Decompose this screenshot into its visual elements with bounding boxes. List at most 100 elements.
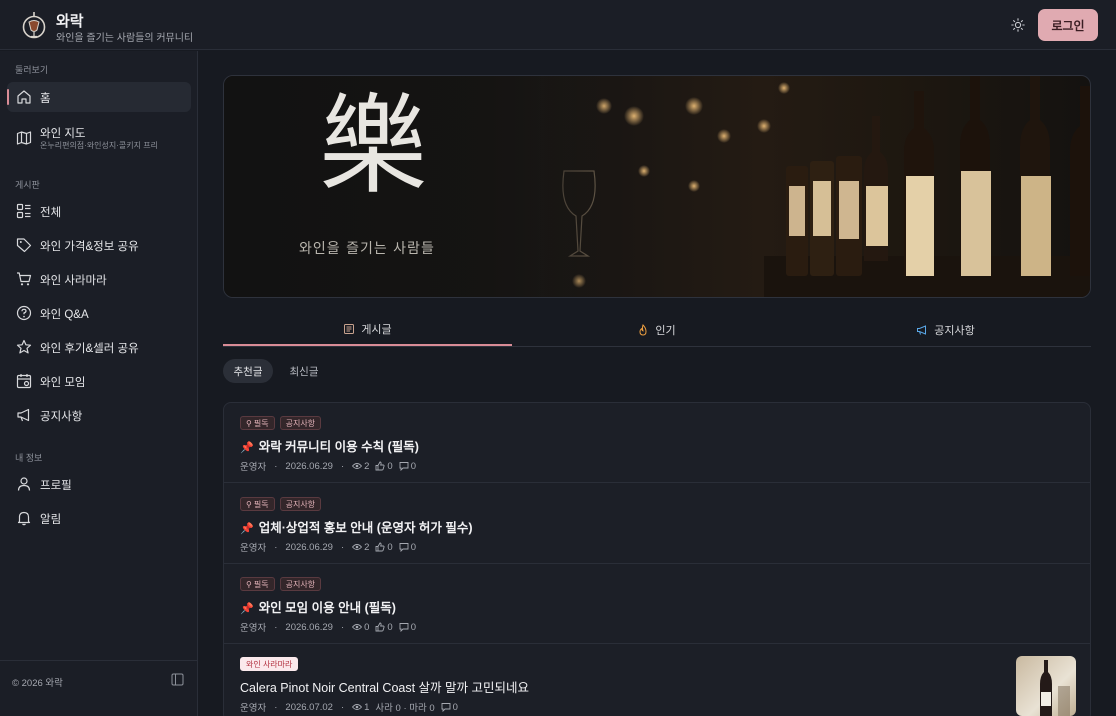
must-read-badge: ⚲ 필독: [240, 416, 275, 430]
like-count: 0: [387, 541, 393, 553]
home-icon: [17, 90, 31, 104]
post-title[interactable]: 📌 와락 커뮤니티 이용 수칙 (필독): [240, 436, 419, 455]
hero-calligraphy: 樂: [318, 84, 427, 209]
sidebar-item-profile[interactable]: 프로필: [7, 469, 191, 499]
sidebar-item-review-cellar[interactable]: 와인 후기&셀러 공유: [7, 332, 191, 362]
sidebar-item-meetup[interactable]: 와인 모임: [7, 366, 191, 396]
like-count: 0: [387, 460, 393, 472]
tab-popular[interactable]: 인기: [512, 314, 801, 346]
must-read-badge: ⚲ 필독: [240, 577, 275, 591]
tab-notice[interactable]: 공지사항: [801, 314, 1090, 346]
comment-count: 0: [452, 701, 458, 713]
comment-icon: [399, 462, 409, 471]
brand-title[interactable]: 와락: [56, 10, 84, 31]
sidebar-item-notice[interactable]: 공지사항: [7, 400, 191, 430]
post-thumbnail[interactable]: [1016, 656, 1076, 716]
thumbs-up-icon: [375, 542, 385, 552]
post-item[interactable]: ⚲ 필독 공지사항 📌 와락 커뮤니티 이용 수칙 (필독) 운영자 · 2026.0…: [224, 403, 1090, 483]
post-author: 운영자: [240, 623, 267, 634]
post-item[interactable]: ⚲ 필독 공지사항 📌 와인 모임 이용 안내 (필독) 운영자 · 2026.06.…: [224, 564, 1090, 644]
post-item[interactable]: 와인 사라마라 Calera Pinot Noir Central Coast …: [224, 644, 1090, 716]
section-label-my-info: 내 정보: [15, 453, 43, 463]
eye-icon: [352, 624, 363, 630]
megaphone-icon: [917, 325, 927, 335]
sidebar-item-label: 알림: [40, 514, 62, 526]
star-icon: [16, 339, 32, 354]
sidebar-item-label: 와인 지도: [40, 128, 86, 140]
brand-subtitle: 와인을 즐기는 사람들의 커뮤니티: [56, 33, 194, 44]
category-badge: 공지사항: [279, 577, 322, 591]
thumbs-up-icon: [375, 461, 385, 471]
post-date: 2026.06.29: [285, 460, 333, 472]
view-count: 1: [364, 701, 370, 713]
sidebar-item-label: 와인 가격&정보 공유: [40, 241, 139, 253]
sidebar-item-label: 프로필: [40, 480, 72, 492]
sidebar-item-price-info[interactable]: 와인 가격&정보 공유: [7, 230, 191, 260]
sidebar-collapse-icon[interactable]: [171, 673, 184, 686]
post-title[interactable]: Calera Pinot Noir Central Coast 살까 말까 고민…: [240, 677, 529, 696]
sidebar-item-label: 전체: [40, 207, 62, 219]
cart-icon: [17, 272, 32, 286]
sidebar-item-label: 와인 후기&셀러 공유: [40, 343, 139, 355]
pin-icon: ⚲: [246, 579, 252, 589]
sidebar-item-label: 홈: [40, 93, 51, 105]
vote-summary: 사라 0 · 마라 0: [375, 703, 435, 714]
pushpin-icon: 📌: [240, 603, 254, 615]
sidebar-item-buy-or-not[interactable]: 와인 사라마라: [7, 264, 191, 294]
bell-icon: [17, 511, 31, 526]
sidebar-item-sublabel: 온누리편의점·와인성지·콜키지 프리: [40, 141, 158, 150]
like-count: 0: [387, 621, 393, 633]
login-button[interactable]: 로그인: [1038, 9, 1098, 41]
top-bar: 와락 와인을 즐기는 사람들의 커뮤니티 로그인: [0, 0, 1116, 50]
sidebar-item-home[interactable]: 홈: [7, 82, 191, 112]
sidebar-item-label: 와인 Q&A: [40, 309, 89, 321]
category-badge: 공지사항: [279, 416, 322, 430]
grid-list-icon: [16, 203, 31, 219]
sidebar-item-all[interactable]: 전체: [7, 196, 191, 226]
post-date: 2026.06.29: [285, 541, 333, 553]
category-badge: 공지사항: [279, 497, 322, 511]
tab-label: 인기: [655, 325, 676, 337]
wine-logo-icon[interactable]: [22, 10, 46, 40]
user-icon: [17, 477, 31, 491]
flame-icon: [639, 324, 647, 336]
comment-icon: [441, 703, 451, 712]
sort-latest-button[interactable]: 최신글: [280, 359, 328, 383]
view-count: 2: [364, 541, 370, 553]
tab-label: 공지사항: [934, 325, 975, 337]
post-author: 운영자: [240, 462, 267, 473]
section-label-browse: 둘러보기: [15, 65, 49, 75]
pushpin-icon: 📌: [240, 523, 254, 535]
comment-icon: [399, 623, 409, 632]
sidebar-item-notifications[interactable]: 알림: [7, 503, 191, 533]
sidebar-footer: © 2026 와락: [0, 660, 197, 697]
hero-banner: 樂 와인을 즐기는 사람들: [223, 75, 1091, 298]
sidebar-item-wine-map[interactable]: 와인 지도 온누리편의점·와인성지·콜키지 프리: [7, 120, 191, 156]
post-meta: 운영자 · 2026.06.29 · 2 0 0: [240, 541, 417, 555]
map-icon: [16, 131, 32, 145]
sidebar: 둘러보기 홈 와인 지도 온누리편의점·와인성지·콜키지 프리 게시판 전체 와…: [0, 51, 198, 716]
comment-count: 0: [410, 621, 417, 633]
eye-icon: [352, 544, 363, 550]
sidebar-item-label: 공지사항: [40, 411, 83, 423]
sidebar-item-label: 와인 모임: [40, 377, 86, 389]
comment-count: 0: [410, 541, 417, 553]
pushpin-icon: 📌: [240, 442, 254, 454]
sun-icon: [1011, 18, 1025, 32]
post-meta: 운영자 · 2026.06.29 · 2 0 0: [240, 460, 417, 474]
tab-label: 게시글: [361, 324, 392, 336]
document-icon: [344, 324, 355, 334]
post-date: 2026.06.29: [285, 621, 333, 633]
post-title[interactable]: 📌 와인 모임 이용 안내 (필독): [240, 597, 396, 616]
sort-recommended-button[interactable]: 추천글: [223, 359, 273, 383]
post-author: 운영자: [240, 543, 267, 554]
calendar-icon: [16, 374, 32, 389]
must-read-badge: ⚲ 필독: [240, 497, 275, 511]
tab-posts[interactable]: 게시글: [223, 314, 512, 346]
theme-toggle-button[interactable]: [1006, 14, 1030, 36]
sidebar-item-qna[interactable]: 와인 Q&A: [7, 298, 191, 328]
pin-icon: ⚲: [246, 499, 252, 509]
post-date: 2026.07.02: [285, 701, 333, 713]
post-title[interactable]: 📌 업체·상업적 홍보 안내 (운영자 허가 필수): [240, 517, 473, 536]
post-item[interactable]: ⚲ 필독 공지사항 📌 업체·상업적 홍보 안내 (운영자 허가 필수) 운영자 · …: [224, 484, 1090, 564]
